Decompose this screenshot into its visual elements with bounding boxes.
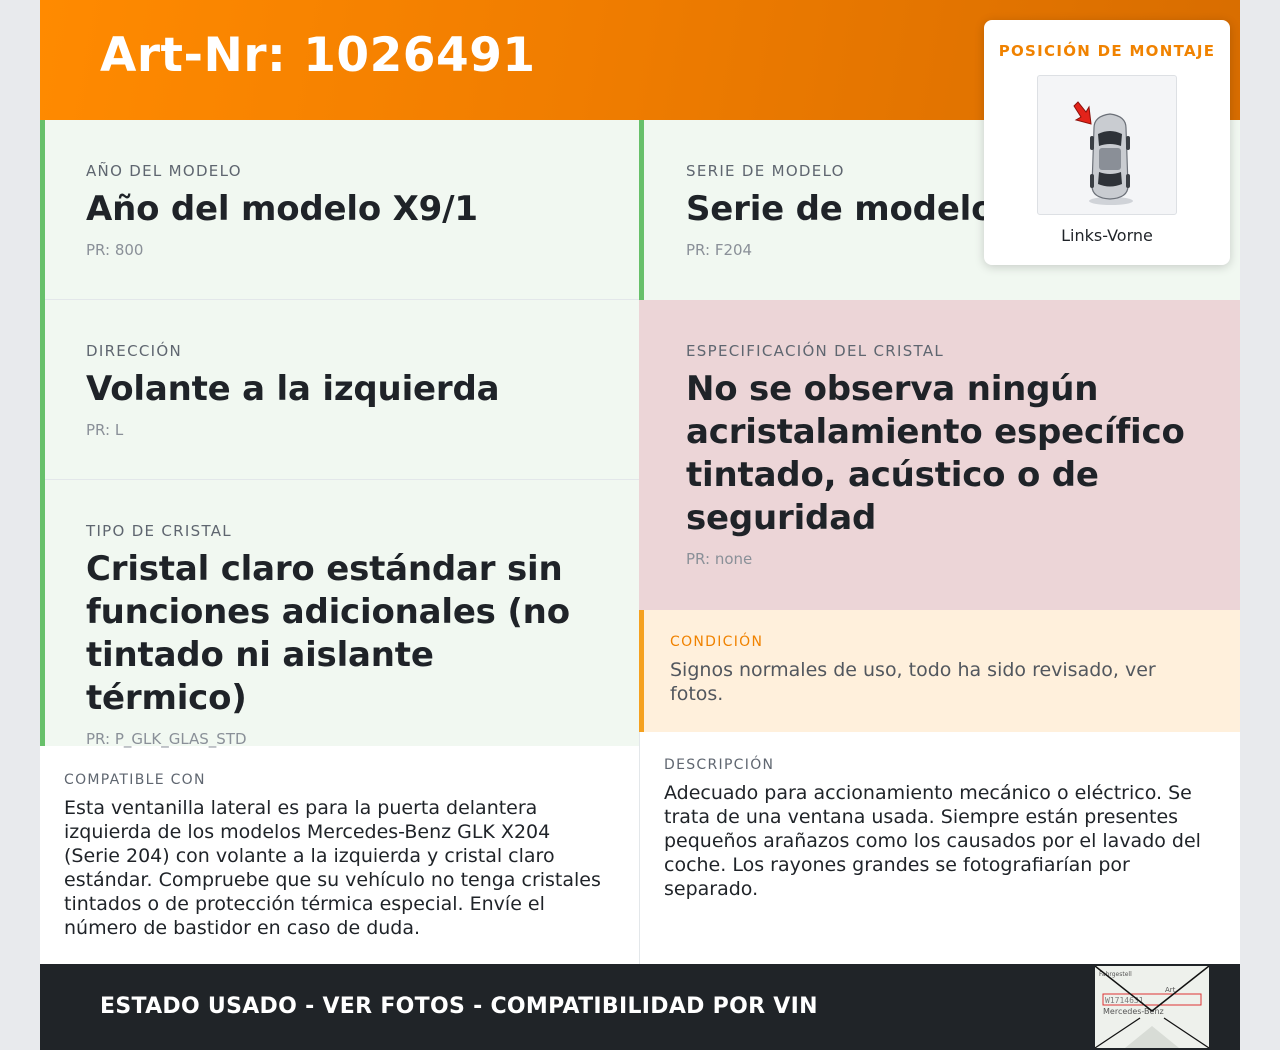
footer-bar: ESTADO USADO - VER FOTOS - COMPATIBILIDA… bbox=[40, 964, 1240, 1050]
mounting-position-value: Links-Vorne bbox=[1061, 226, 1153, 245]
direction-card: DIRECCIÓN Volante a la izquierda PR: L bbox=[40, 300, 639, 480]
description-label: DESCRIPCIÓN bbox=[664, 757, 775, 773]
condition-label: CONDICIÓN bbox=[670, 634, 764, 650]
mounting-position-card: POSICIÓN DE MONTAJE Links-Vorne bbox=[984, 20, 1230, 265]
model-year-pr: PR: 800 bbox=[86, 241, 144, 259]
glass-type-label: TIPO DE CRISTAL bbox=[86, 522, 232, 540]
footer-text: ESTADO USADO - VER FOTOS - COMPATIBILIDA… bbox=[100, 994, 818, 1019]
model-year-value: Año del modelo X9/1 bbox=[86, 189, 478, 229]
model-year-card: AÑO DEL MODELO Año del modelo X9/1 PR: 8… bbox=[40, 120, 639, 300]
mounting-position-label: POSICIÓN DE MONTAJE bbox=[998, 42, 1216, 60]
model-year-label: AÑO DEL MODELO bbox=[86, 162, 242, 180]
direction-pr: PR: L bbox=[86, 421, 124, 439]
glass-spec-value: No se observa ningún acristalamiento esp… bbox=[686, 369, 1185, 538]
glass-spec-pr: PR: none bbox=[686, 550, 753, 568]
svg-text:Fahrgestell: Fahrgestell bbox=[1099, 971, 1132, 978]
condition-card: CONDICIÓN Signos normales de uso, todo h… bbox=[639, 610, 1240, 732]
glass-type-card: TIPO DE CRISTAL Cristal claro estándar s… bbox=[40, 480, 639, 748]
condition-text: Signos normales de uso, todo ha sido rev… bbox=[670, 659, 1156, 705]
vin-plate-image: Fahrgestell Art W1714631 Mercedes-Benz bbox=[1093, 964, 1211, 1050]
compatible-section: COMPATIBLE CON Esta ventanilla lateral e… bbox=[40, 746, 639, 964]
description-section: DESCRIPCIÓN Adecuado para accionamiento … bbox=[640, 732, 1240, 964]
direction-label: DIRECCIÓN bbox=[86, 342, 182, 360]
row-divider bbox=[45, 479, 639, 480]
glass-type-value: Cristal claro estándar sin funciones adi… bbox=[86, 549, 570, 718]
compatible-text: Esta ventanilla lateral es para la puert… bbox=[64, 797, 601, 939]
product-sheet: Art-Nr: 1026491 AÑO DEL MODELO Año del m… bbox=[40, 0, 1240, 1050]
article-number: Art-Nr: 1026491 bbox=[100, 28, 536, 83]
description-text: Adecuado para accionamiento mecánico o e… bbox=[664, 782, 1201, 900]
glass-spec-label: ESPECIFICACIÓN DEL CRISTAL bbox=[686, 342, 945, 360]
compatible-label: COMPATIBLE CON bbox=[64, 772, 206, 788]
glass-spec-card: ESPECIFICACIÓN DEL CRISTAL No se observa… bbox=[639, 300, 1240, 610]
car-top-view-icon bbox=[1037, 75, 1177, 215]
direction-value: Volante a la izquierda bbox=[86, 369, 500, 409]
row-divider bbox=[45, 299, 639, 300]
